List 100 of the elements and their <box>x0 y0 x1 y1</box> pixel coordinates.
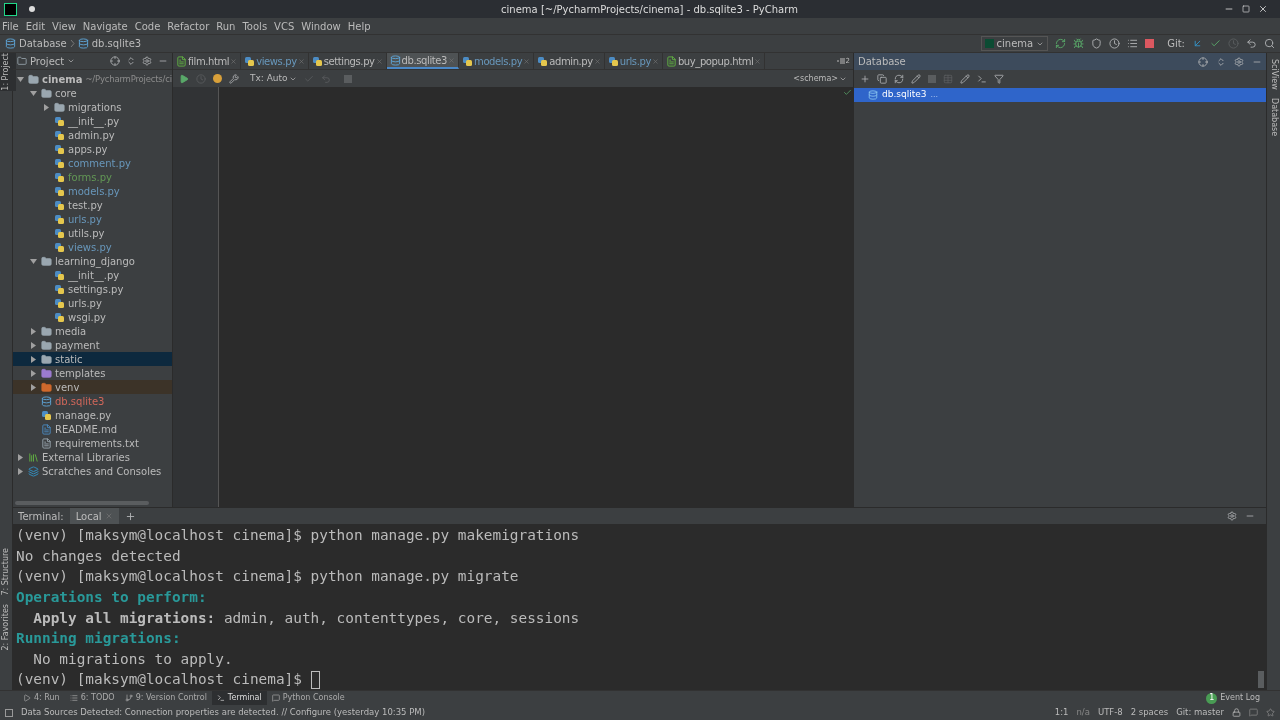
filter-icon[interactable] <box>994 74 1004 84</box>
stop-icon[interactable] <box>343 74 352 83</box>
expanded-arrow-icon[interactable] <box>16 75 25 83</box>
settings-icon[interactable] <box>1227 511 1237 522</box>
menu-item[interactable]: Navigate <box>82 18 128 34</box>
menu-item[interactable]: View <box>52 18 76 34</box>
tree-item[interactable]: README.md <box>13 422 172 436</box>
event-log-button[interactable]: 1 Event Log <box>1206 692 1260 704</box>
tree-item[interactable]: __init__.py <box>13 114 172 128</box>
collapsed-arrow-icon[interactable] <box>29 355 38 363</box>
tree-item[interactable]: templates <box>13 366 172 380</box>
settings-icon[interactable] <box>142 56 152 66</box>
transaction-dropdown[interactable]: Tx: Auto <box>250 71 297 86</box>
tree-item[interactable]: utils.py <box>13 226 172 240</box>
duplicate-icon[interactable] <box>877 74 887 84</box>
pending-badge-icon[interactable] <box>213 74 222 83</box>
tree-item[interactable]: requirements.txt <box>13 436 172 450</box>
tool-window-tab[interactable]: 2: Favorites <box>0 603 16 650</box>
tree-item[interactable]: comment.py <box>13 156 172 170</box>
status-message[interactable]: Data Sources Detected: Connection properties are detected. // Configure (yesterday 10:35 PM) <box>21 706 425 719</box>
tree-item[interactable]: wsgi.py <box>13 310 172 324</box>
add-icon[interactable] <box>860 74 870 84</box>
tree-item[interactable]: models.py <box>13 184 172 198</box>
tree-item[interactable]: media <box>13 324 172 338</box>
tree-item[interactable]: db.sqlite3 <box>13 394 172 408</box>
menu-item[interactable]: Edit <box>25 18 46 34</box>
breadcrumb[interactable]: db.sqlite3 <box>91 36 142 51</box>
close-tab-icon[interactable] <box>593 57 601 65</box>
tool-window-button[interactable]: 4: Run <box>18 691 65 705</box>
tool-window-button[interactable]: 9: Version Control <box>119 691 212 705</box>
editor-tab[interactable]: admin.py <box>534 53 605 69</box>
tool-window-tab[interactable]: SciView <box>1263 59 1280 90</box>
collapsed-arrow-icon[interactable] <box>29 383 38 391</box>
menu-item[interactable]: Run <box>216 18 236 34</box>
new-tab-icon[interactable] <box>124 510 136 522</box>
tree-item[interactable]: core <box>13 86 172 100</box>
tree-item[interactable]: External Libraries <box>13 450 172 464</box>
editor-tab[interactable]: film.html <box>173 53 242 69</box>
breadcrumb[interactable]: Database <box>19 36 67 51</box>
collapsed-arrow-icon[interactable] <box>42 103 51 111</box>
execute-icon[interactable] <box>179 73 189 84</box>
collapsed-arrow-icon[interactable] <box>29 341 38 349</box>
expanded-arrow-icon[interactable] <box>29 89 38 97</box>
menu-item[interactable]: VCS <box>274 18 295 34</box>
tree-item[interactable]: __init__.py <box>13 268 172 282</box>
run-config-dropdown[interactable]: cinema <box>980 36 1049 51</box>
project-view-dropdown[interactable]: Project <box>30 53 76 69</box>
close-tab-icon[interactable] <box>754 57 762 65</box>
collapse-icon[interactable] <box>126 56 136 66</box>
expanded-arrow-icon[interactable] <box>29 257 38 265</box>
settings-icon[interactable] <box>1234 56 1244 67</box>
editor-tab[interactable]: db.sqlite3 <box>386 53 460 69</box>
tree-item[interactable]: forms.py <box>13 170 172 184</box>
close-tab-icon[interactable] <box>297 57 305 65</box>
console-icon[interactable] <box>977 74 987 84</box>
update-arrow-icon[interactable] <box>1192 38 1203 49</box>
terminal-tab[interactable]: Local <box>69 508 119 525</box>
collapsed-arrow-icon[interactable] <box>29 369 38 377</box>
tree-item[interactable]: learning_django <box>13 254 172 268</box>
edit-icon[interactable] <box>960 74 970 84</box>
search-icon[interactable] <box>1264 38 1275 49</box>
collapsed-arrow-icon[interactable] <box>29 327 38 335</box>
tool-window-tab[interactable]: 1: Project <box>0 53 16 91</box>
revert-icon[interactable] <box>1246 38 1257 49</box>
tree-item[interactable]: Scratches and Consoles <box>13 464 172 478</box>
locate-icon[interactable] <box>1198 56 1208 67</box>
close-tab-icon[interactable] <box>651 57 659 65</box>
close-tab-icon[interactable] <box>230 57 238 65</box>
tree-item[interactable]: test.py <box>13 198 172 212</box>
tree-item[interactable]: settings.py <box>13 282 172 296</box>
wrench-icon[interactable] <box>229 73 239 84</box>
run-list-icon[interactable] <box>1127 38 1139 49</box>
tab-list-icon[interactable] <box>836 58 845 64</box>
schema-dropdown[interactable]: <schema> <box>793 72 847 85</box>
collapsed-arrow-icon[interactable] <box>16 453 25 461</box>
scrollbar-thumb[interactable] <box>1258 671 1264 688</box>
collapse-icon[interactable] <box>1216 56 1226 67</box>
tree-item[interactable]: cinema ~/PycharmProjects/ci <box>13 72 172 86</box>
tree-item[interactable]: venv <box>13 380 172 394</box>
bug-icon[interactable] <box>1073 38 1085 49</box>
editor-tab[interactable]: models.py <box>459 53 535 69</box>
editor-tab[interactable]: buy_popup.html <box>662 53 766 69</box>
editor-tab[interactable]: views.py <box>241 53 309 69</box>
refresh-icon[interactable] <box>894 74 904 84</box>
tree-item[interactable]: migrations <box>13 100 172 114</box>
tree-item[interactable]: admin.py <box>13 128 172 142</box>
menu-item[interactable]: Tools <box>242 18 268 34</box>
menu-item[interactable]: Window <box>301 18 341 34</box>
tree-item[interactable]: static <box>13 352 172 366</box>
tool-window-button[interactable]: 6: TODO <box>64 691 120 705</box>
tree-item[interactable]: manage.py <box>13 408 172 422</box>
maximize-icon[interactable] <box>1242 5 1250 13</box>
lock-icon[interactable] <box>1232 708 1241 717</box>
tool-window-tab[interactable]: Database <box>1263 97 1280 136</box>
commit-check-icon[interactable] <box>1210 38 1221 49</box>
tree-item[interactable]: urls.py <box>13 296 172 310</box>
close-icon[interactable] <box>1258 4 1268 14</box>
stop-icon[interactable] <box>1145 39 1155 48</box>
rerun-icon[interactable] <box>1055 38 1067 49</box>
menu-item[interactable]: Help <box>347 18 371 34</box>
